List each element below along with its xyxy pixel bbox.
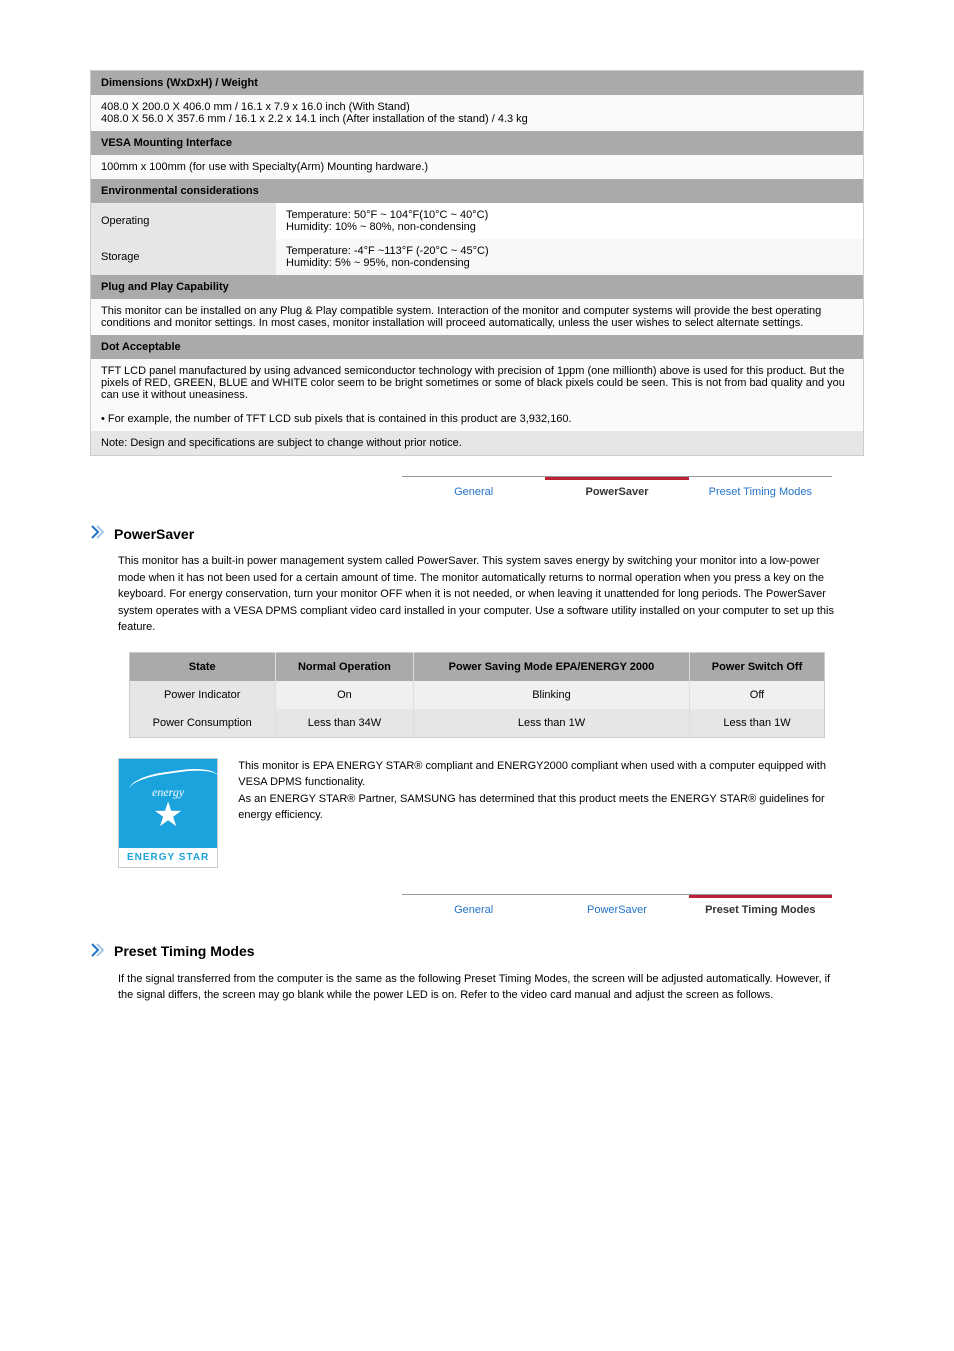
pt-h2: Power Saving Mode EPA/ENERGY 2000 <box>414 652 690 681</box>
spec-val-dim: 408.0 X 200.0 X 406.0 mm / 16.1 x 7.9 x … <box>91 95 864 131</box>
tab-general-2[interactable]: General <box>402 895 545 922</box>
spec-note: Note: Design and specifications are subj… <box>91 431 864 456</box>
spec-bullet-dot: • For example, the number of TFT LCD sub… <box>91 407 864 431</box>
pt-r1c3: Less than 1W <box>689 709 825 738</box>
pt-r1c1: Less than 34W <box>275 709 414 738</box>
energy-star-row: energy ★ ENERGY STAR This monitor is EPA… <box>118 758 836 868</box>
pt-r1c2: Less than 1W <box>414 709 690 738</box>
section-title-preset: Preset Timing Modes <box>114 943 255 959</box>
spec-env-st-lbl: Storage <box>91 239 277 275</box>
powersaver-table: State Normal Operation Power Saving Mode… <box>129 652 826 738</box>
section-powersaver: PowerSaver <box>90 524 864 543</box>
tab-general[interactable]: General <box>402 477 545 504</box>
pt-r0c3: Off <box>689 681 825 709</box>
spec-hdr-dim: Dimensions (WxDxH) / Weight <box>91 71 864 96</box>
spec-hdr-pnp: Plug and Play Capability <box>91 275 864 299</box>
spec-env-op-lbl: Operating <box>91 203 277 239</box>
section-preset: Preset Timing Modes <box>90 942 864 961</box>
tab-powersaver[interactable]: PowerSaver <box>545 477 688 504</box>
spec-val-pnp: This monitor can be installed on any Plu… <box>91 299 864 335</box>
spec-env-st-val: Temperature: -4°F ~113°F (-20°C ~ 45°C) … <box>276 239 863 275</box>
tab-powersaver-2[interactable]: PowerSaver <box>545 895 688 922</box>
tab-preset[interactable]: Preset Timing Modes <box>689 477 832 504</box>
spec-val-dot: TFT LCD panel manufactured by using adva… <box>91 359 864 407</box>
spec-hdr-vesa: VESA Mounting Interface <box>91 131 864 155</box>
pt-r0c0: Power Indicator <box>129 681 275 709</box>
energy-star-text: This monitor is EPA ENERGY STAR® complia… <box>238 758 836 824</box>
spec-val-vesa: 100mm x 100mm (for use with Specialty(Ar… <box>91 155 864 179</box>
section-title-powersaver: PowerSaver <box>114 526 194 542</box>
spec-hdr-dot: Dot Acceptable <box>91 335 864 359</box>
pt-h1: Normal Operation <box>275 652 414 681</box>
pt-h0: State <box>129 652 275 681</box>
pt-r0c1: On <box>275 681 414 709</box>
tab-nav-powersaver: General PowerSaver Preset Timing Modes <box>402 476 832 504</box>
spec-env-op-val: Temperature: 50°F ~ 104°F(10°C ~ 40°C) H… <box>276 203 863 239</box>
preset-para: If the signal transferred from the compu… <box>118 971 836 1004</box>
star-icon: ★ <box>153 795 183 835</box>
energy-star-logo: energy ★ ENERGY STAR <box>118 758 218 868</box>
powersaver-para: This monitor has a built-in power manage… <box>118 553 836 636</box>
pt-r1c0: Power Consumption <box>129 709 275 738</box>
spec-table: Dimensions (WxDxH) / Weight 408.0 X 200.… <box>90 70 864 456</box>
chevron-icon-2 <box>90 942 106 961</box>
chevron-icon <box>90 524 106 543</box>
energy-star-bar: ENERGY STAR <box>119 848 217 867</box>
pt-h3: Power Switch Off <box>689 652 825 681</box>
tab-preset-2[interactable]: Preset Timing Modes <box>689 895 832 922</box>
pt-r0c2: Blinking <box>414 681 690 709</box>
spec-hdr-env: Environmental considerations <box>91 179 864 203</box>
tab-nav-preset: General PowerSaver Preset Timing Modes <box>402 894 832 922</box>
